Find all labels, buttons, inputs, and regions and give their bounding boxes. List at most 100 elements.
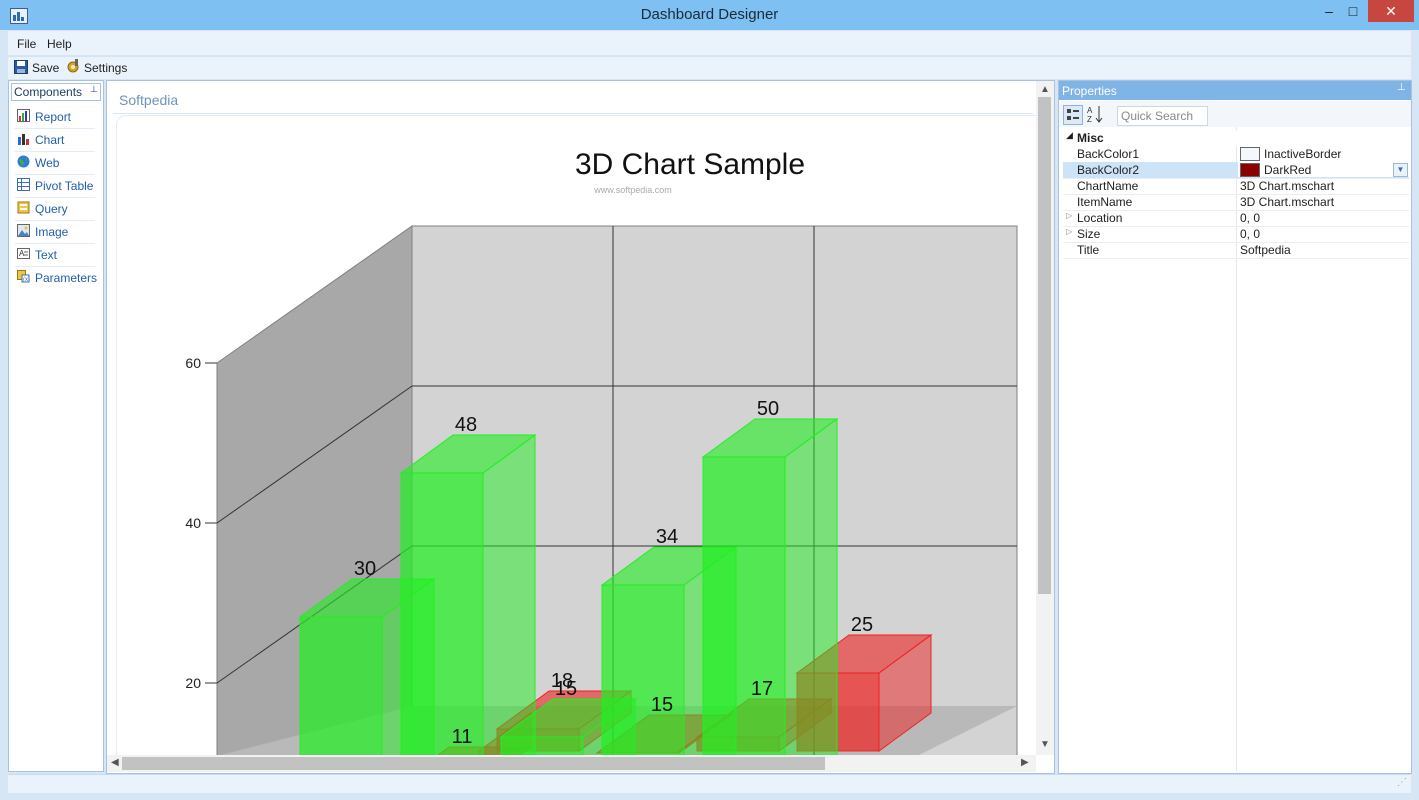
dropdown-arrow-icon[interactable]: ▼ [1393, 163, 1408, 177]
scroll-up-icon[interactable]: ▲ [1040, 84, 1050, 95]
chart-title: 3D Chart Sample [575, 148, 805, 181]
property-row-backcolor2[interactable]: BackColor2 DarkRed ▼ [1063, 162, 1409, 179]
designer-title: Softpedia [119, 92, 179, 108]
designer-divider [113, 113, 1033, 114]
component-label: Pivot Table [35, 179, 94, 193]
data-label: 34 [656, 526, 678, 548]
property-row-location[interactable]: ▷ Location 0, 0 [1063, 210, 1409, 227]
property-name: BackColor1 [1077, 147, 1140, 161]
component-query[interactable]: Query [15, 198, 95, 221]
property-name: Location [1077, 211, 1123, 225]
components-tab[interactable]: Components ⊥ [11, 83, 101, 101]
property-row-itemname[interactable]: ItemName 3D Chart.mschart [1063, 194, 1409, 211]
sort-az-icon: AZ [1087, 106, 1103, 124]
color-swatch [1240, 147, 1260, 161]
property-name: BackColor2 [1077, 163, 1140, 177]
settings-label: Settings [84, 61, 128, 75]
svg-text:Z: Z [1087, 115, 1092, 123]
vertical-scroll-thumb[interactable] [1038, 97, 1051, 594]
property-name: ItemName [1077, 195, 1133, 209]
maximize-button[interactable]: □ [1338, 0, 1368, 22]
component-web[interactable]: Web [15, 152, 95, 175]
data-label: 11 [452, 726, 473, 748]
category-label: Misc [1077, 131, 1104, 145]
property-name: ChartName [1077, 179, 1139, 193]
menu-help[interactable]: Help [47, 37, 72, 51]
component-label: Text [35, 248, 58, 262]
component-report[interactable]: Report [15, 106, 95, 129]
status-bar: ⋰ [8, 774, 1411, 793]
save-label: Save [32, 61, 60, 75]
component-label: Chart [35, 133, 65, 147]
horizontal-scrollbar[interactable]: ◀ ▶ [107, 755, 1036, 772]
property-value[interactable]: Softpedia [1240, 243, 1291, 257]
data-label: 15 [651, 694, 673, 716]
globe-icon [17, 155, 30, 168]
horizontal-scroll-thumb[interactable] [122, 757, 825, 770]
component-pivot-table[interactable]: Pivot Table [15, 175, 95, 198]
bar-side [482, 434, 536, 756]
categorized-icon [1067, 109, 1079, 120]
image-icon [17, 224, 30, 237]
save-button[interactable]: Save [14, 59, 74, 75]
window-title: Dashboard Designer [640, 6, 779, 23]
toolbar [8, 56, 1411, 79]
bar-front [299, 616, 383, 756]
categorized-button[interactable] [1063, 105, 1083, 125]
component-label: Report [35, 110, 72, 124]
properties-title: Properties [1062, 84, 1117, 98]
component-parameters[interactable]: (x) Parameters [15, 267, 97, 289]
expand-icon[interactable]: ▷ [1066, 227, 1072, 236]
data-label: 50 [757, 398, 779, 420]
close-button[interactable]: ✕ [1368, 0, 1414, 22]
property-value[interactable]: 0, 0 [1240, 227, 1260, 241]
chart-svg: 204060 11181517253048345015 3D Chart Sam… [185, 148, 1018, 756]
data-label: 17 [751, 678, 773, 700]
watermark-text: www.softpedia.com [593, 185, 672, 195]
property-value[interactable]: InactiveBorder [1264, 147, 1341, 161]
text-icon: A [17, 248, 30, 259]
quick-search-input[interactable]: Quick Search [1117, 106, 1208, 126]
svg-text:A: A [19, 249, 25, 258]
property-value[interactable]: 3D Chart.mschart [1240, 179, 1334, 193]
settings-button[interactable]: Settings [66, 59, 136, 75]
menu-file[interactable]: File [17, 37, 36, 51]
settings-icon [67, 59, 79, 73]
property-value[interactable]: 0, 0 [1240, 211, 1260, 225]
property-value[interactable]: 3D Chart.mschart [1240, 195, 1334, 209]
scroll-left-icon[interactable]: ◀ [111, 757, 119, 768]
chart-container[interactable]: 20 40 60 11 18 15 17 25 30 48 34 50 15 3D Chart Sam… [116, 115, 1037, 756]
y-tick-label: 40 [185, 515, 201, 531]
pin-icon[interactable]: ⊥ [90, 84, 98, 95]
scroll-down-icon[interactable]: ▼ [1040, 739, 1050, 750]
property-value[interactable]: DarkRed [1264, 163, 1311, 177]
component-text[interactable]: A Text [15, 244, 95, 267]
svg-text:A: A [1087, 106, 1093, 115]
pin-icon[interactable]: ⊥ [1397, 82, 1406, 93]
property-row-backcolor1[interactable]: BackColor1 InactiveBorder [1063, 146, 1409, 163]
vertical-scrollbar[interactable]: ▲ ▼ [1036, 81, 1054, 755]
pivot-table-icon [17, 178, 30, 191]
component-image[interactable]: Image [15, 221, 95, 244]
property-row-title[interactable]: Title Softpedia [1063, 242, 1409, 259]
components-header-label: Components [14, 85, 83, 99]
y-tick-label: 20 [185, 675, 201, 691]
components-panel: Components ⊥ Report Chart Web Pivot Tabl… [8, 80, 104, 772]
color-swatch [1240, 163, 1260, 177]
component-chart[interactable]: Chart [15, 129, 95, 152]
alphabetical-button[interactable]: AZ [1087, 105, 1105, 124]
properties-panel: Properties ⊥ AZ Quick Search ◢ Misc Back… [1058, 80, 1412, 774]
chart-axis: 20 40 60 [185, 355, 217, 691]
property-row-size[interactable]: ▷ Size 0, 0 [1063, 226, 1409, 243]
designer-canvas[interactable]: Softpedia 20 40 60 11 18 15 17 25 30 48 34 50 15 3D… [106, 80, 1055, 774]
collapse-icon[interactable]: ◢ [1066, 130, 1073, 141]
save-icon [14, 60, 28, 74]
property-category-misc[interactable]: ◢ Misc [1063, 130, 1409, 146]
scroll-right-icon[interactable]: ▶ [1021, 757, 1029, 768]
component-label: Web [35, 156, 60, 170]
query-icon [17, 201, 30, 214]
expand-icon[interactable]: ▷ [1066, 211, 1072, 220]
resize-grip-icon[interactable]: ⋰ [1397, 777, 1407, 788]
property-row-chartname[interactable]: ChartName 3D Chart.mschart [1063, 178, 1409, 195]
properties-toolbar: AZ Quick Search [1059, 101, 1411, 127]
